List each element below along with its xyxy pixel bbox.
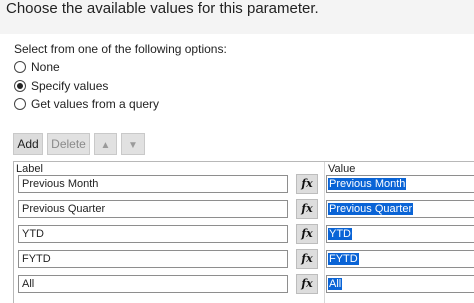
- row-label-input[interactable]: Previous Month: [18, 175, 288, 193]
- radio-none-button[interactable]: [14, 61, 26, 73]
- radio-specify-values[interactable]: Specify values: [14, 79, 108, 93]
- move-up-button[interactable]: ▲: [94, 133, 117, 155]
- row-value-text: FYTD: [328, 253, 359, 265]
- row-value-input[interactable]: FYTD: [326, 250, 474, 268]
- add-button[interactable]: Add: [13, 133, 43, 155]
- row-value-input[interactable]: Previous Month: [326, 175, 474, 193]
- arrow-up-icon: ▲: [100, 140, 111, 151]
- column-header-label: Label: [16, 163, 43, 175]
- radio-none-label: None: [31, 60, 60, 74]
- radio-specify-values-label: Specify values: [31, 79, 109, 93]
- column-header-value: Value: [328, 163, 356, 175]
- arrow-down-icon: ▼: [128, 140, 138, 151]
- row-label-input[interactable]: YTD: [18, 225, 288, 243]
- radio-specify-values-button[interactable]: [14, 80, 26, 92]
- row-value-text: All: [328, 278, 343, 290]
- radio-none[interactable]: None: [14, 60, 60, 74]
- delete-button[interactable]: Delete: [47, 133, 90, 155]
- row-label-input[interactable]: Previous Quarter: [18, 200, 288, 218]
- expression-button[interactable]: fx: [296, 199, 318, 219]
- expression-button[interactable]: fx: [296, 224, 318, 244]
- radio-get-values-from-query-label: Get values from a query: [31, 97, 160, 111]
- page-title: Choose the available values for this par…: [6, 0, 319, 17]
- row-value-input[interactable]: YTD: [326, 225, 474, 243]
- row-label-input[interactable]: FYTD: [18, 250, 288, 268]
- column-separator: [324, 162, 325, 303]
- radio-get-values-from-query[interactable]: Get values from a query: [14, 97, 159, 111]
- move-down-button[interactable]: ▼: [121, 133, 145, 155]
- radio-get-values-from-query-button[interactable]: [14, 98, 26, 110]
- parameter-available-values-page: Choose the available values for this par…: [0, 0, 474, 303]
- expression-button[interactable]: fx: [296, 174, 318, 194]
- row-label-input[interactable]: All: [18, 275, 288, 293]
- expression-button[interactable]: fx: [296, 249, 318, 269]
- row-value-text: Previous Month: [328, 178, 407, 190]
- row-value-text: YTD: [328, 228, 352, 240]
- row-value-text: Previous Quarter: [328, 203, 414, 215]
- row-value-input[interactable]: Previous Quarter: [326, 200, 474, 218]
- options-label: Select from one of the following options…: [14, 42, 227, 56]
- expression-button[interactable]: fx: [296, 274, 318, 294]
- row-value-input[interactable]: All: [326, 275, 474, 293]
- header-bar: Choose the available values for this par…: [0, 0, 474, 34]
